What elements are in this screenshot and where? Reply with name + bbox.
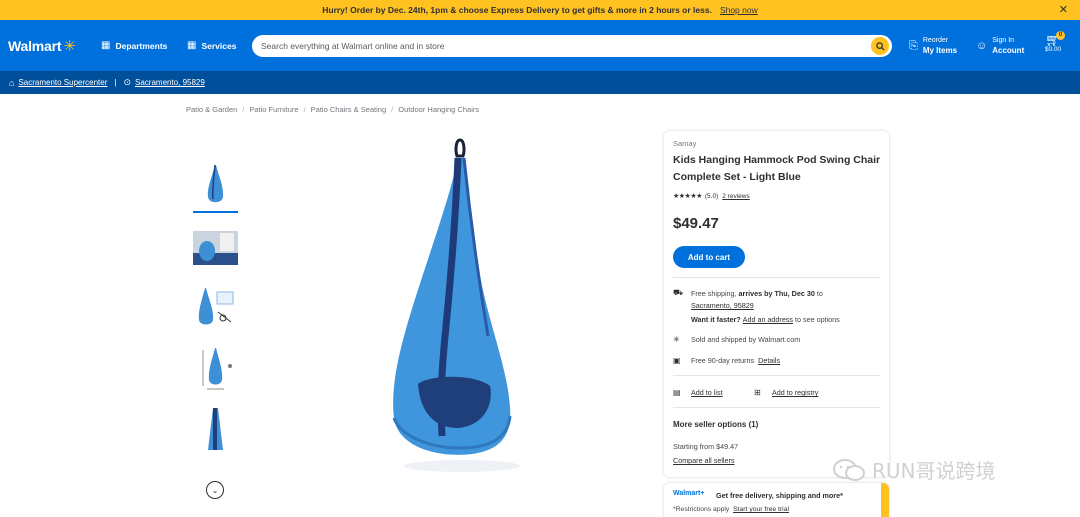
breadcrumb-item[interactable]: Patio Furniture <box>249 105 298 114</box>
account-signin[interactable]: ☺ Sign In Account <box>976 36 1024 56</box>
breadcrumb-separator: / <box>303 105 306 114</box>
divider <box>673 407 880 408</box>
add-address-link[interactable]: Add an address <box>743 315 793 324</box>
brand-link[interactable]: Samay <box>673 139 696 148</box>
departments-label: Departments <box>115 40 168 51</box>
grid-icon: ▦ <box>187 40 197 51</box>
divider <box>673 277 880 278</box>
cart-total: $0.00 <box>1044 46 1062 53</box>
star-rating-icon: ★★★★★ <box>673 193 702 200</box>
promo-bar: Hurry! Order by Dec. 24th, 1pm & choose … <box>0 0 1080 20</box>
walmart-logo[interactable]: Walmart ✳ <box>8 37 76 55</box>
thumbnail-pod[interactable] <box>193 163 238 213</box>
divider: | <box>114 78 117 87</box>
spark-icon: ✳ <box>673 335 680 344</box>
accent-stripe <box>881 483 889 517</box>
gift-icon: ⊞ <box>754 388 761 397</box>
account-label: Account <box>992 46 1025 55</box>
walmart-plus-note: *Restrictions apply Start your free tria… <box>673 506 789 513</box>
shipping-to: to <box>816 289 823 298</box>
free-trial-link[interactable]: Start your free trial <box>733 506 789 513</box>
breadcrumb-item[interactable]: Patio Chairs & Seating <box>311 105 386 114</box>
compare-sellers-link[interactable]: Compare all sellers <box>673 456 735 465</box>
returns: ▣ Free 90-day returns Details <box>673 356 780 365</box>
location-bar: ⌂ Sacramento Supercenter | ⊙ Sacramento,… <box>0 71 1080 94</box>
services-label: Services <box>201 40 237 51</box>
faster-question: Want it faster? <box>691 315 741 324</box>
buy-box: Samay Kids Hanging Hammock Pod Swing Cha… <box>664 131 889 477</box>
breadcrumb: Patio & Garden / Patio Furniture / Patio C… <box>186 105 479 114</box>
watermark-text: RUN哥说跨境 <box>872 459 996 483</box>
user-icon: ☺ <box>976 40 988 52</box>
sold-by-text: Sold and shipped by Walmart.com <box>691 335 801 344</box>
starting-from: Starting from $49.47 <box>673 442 739 451</box>
product-title: Kids Hanging Hammock Pod Swing Chair Com… <box>673 154 881 183</box>
faster-suffix: to see options <box>795 315 840 324</box>
site-header: Walmart ✳ ▦ Departments ▦ Services Search e… <box>0 20 1080 71</box>
faster-options: Want it faster? Add an address to see op… <box>673 315 840 324</box>
breadcrumb-item[interactable]: Outdoor Hanging Chairs <box>398 105 479 114</box>
wechat-icon <box>833 458 865 481</box>
search-placeholder: Search everything at Walmart online and … <box>261 41 445 51</box>
walmart-plus-logo: Walmart+ <box>673 490 704 497</box>
store-icon: ⌂ <box>9 77 15 88</box>
shop-now-link[interactable]: Shop now <box>720 5 758 15</box>
thumbnail-dimensions[interactable] <box>193 346 238 392</box>
add-to-registry-button[interactable]: ⊞ Add to registry <box>754 388 818 397</box>
walmart-plus-headline: Get free delivery, shipping and more* <box>716 491 843 500</box>
promo-text: Hurry! Order by Dec. 24th, 1pm & choose … <box>322 5 712 15</box>
divider <box>673 375 880 376</box>
spark-icon: ✳ <box>63 38 76 55</box>
chevron-down-icon[interactable]: ⌄ <box>206 481 224 499</box>
search-input[interactable]: Search everything at Walmart online and … <box>252 35 892 57</box>
search-icon[interactable] <box>871 37 889 55</box>
calendar-icon: ▣ <box>673 356 681 365</box>
grid-icon: ▦ <box>101 40 111 51</box>
add-to-registry-label: Add to registry <box>772 388 819 397</box>
signin-label: Sign In <box>992 37 1015 44</box>
shipping-info: ⛟ Free shipping, arrives by Thu, Dec 30 … <box>673 288 823 312</box>
more-seller-options: More seller options (1) <box>673 420 759 429</box>
rating: ★★★★★ (5.0) 2 reviews <box>673 192 750 201</box>
reviews-link[interactable]: 2 reviews <box>722 193 749 200</box>
thumbnail-set[interactable] <box>193 284 238 330</box>
breadcrumb-separator: / <box>242 105 245 114</box>
address-link[interactable]: Sacramento, 95829 <box>135 78 205 87</box>
add-to-list-label: Add to list <box>691 388 723 397</box>
reorder-label: Reorder <box>922 37 949 44</box>
services-button[interactable]: ▦ Services <box>187 40 236 51</box>
reorder-my-items[interactable]: ⎘ Reorder My Items <box>909 36 957 56</box>
truck-icon: ⛟ <box>673 288 684 297</box>
returns-details-link[interactable]: Details <box>758 356 780 365</box>
thumbnail-room[interactable] <box>193 225 238 271</box>
add-to-list-button[interactable]: ▤ Add to list <box>673 388 723 397</box>
watermark: RUN哥说跨境 <box>832 455 996 484</box>
rating-value: (5.0) <box>704 192 719 200</box>
shipping-prefix: Free shipping, <box>691 289 737 298</box>
breadcrumb-item[interactable]: Patio & Garden <box>186 105 237 114</box>
sold-by: ✳ Sold and shipped by Walmart.com <box>673 335 800 344</box>
location-pin-icon: ⊙ <box>123 77 131 87</box>
price: $49.47 <box>673 215 719 232</box>
add-to-cart-button[interactable]: Add to cart <box>673 246 745 268</box>
reorder-icon: ⎘ <box>909 40 918 52</box>
store-link[interactable]: Sacramento Supercenter <box>18 78 107 87</box>
restrictions-text: *Restrictions apply <box>673 506 730 513</box>
shipping-address-link[interactable]: Sacramento, 95829 <box>691 301 754 310</box>
returns-text: Free 90-day returns <box>691 356 755 365</box>
list-icon: ▤ <box>673 388 681 397</box>
logo-text: Walmart <box>8 38 62 54</box>
cart-button[interactable]: 🛒︎ 0 $0.00 <box>1042 31 1065 53</box>
walmart-plus-banner: Walmart+ Get free delivery, shipping and… <box>664 483 889 517</box>
walmart-plus-logo-text: Walmart+ <box>673 490 705 497</box>
my-items-label: My Items <box>922 46 958 55</box>
shipping-arrival: arrives by Thu, Dec 30 <box>738 289 815 298</box>
breadcrumb-separator: / <box>391 105 394 114</box>
main-product-image[interactable] <box>380 136 530 481</box>
close-icon[interactable]: ✕ <box>1059 3 1068 16</box>
cart-count-badge: 0 <box>1056 31 1065 40</box>
departments-button[interactable]: ▦ Departments <box>101 40 167 51</box>
thumbnail-flat[interactable] <box>193 406 238 452</box>
